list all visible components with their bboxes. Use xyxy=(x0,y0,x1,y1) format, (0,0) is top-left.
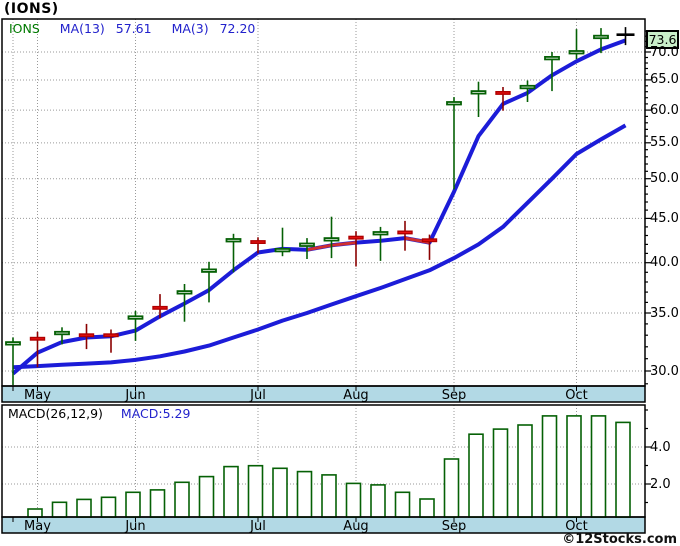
price-y-label-65.0: 65.0 xyxy=(650,72,679,88)
month-label-macd-Aug: Aug xyxy=(343,519,369,534)
page-title: (IONS) xyxy=(4,1,59,17)
month-label-macd-Jun: Jun xyxy=(125,519,146,534)
price-y-label-55.0: 55.0 xyxy=(650,135,679,151)
chart-canvas xyxy=(1,18,651,534)
month-label-macd-Sep: Sep xyxy=(441,519,467,534)
stock-chart-page: (IONS) IONS MA(13) 57.61 MA(3) 72.20 73.… xyxy=(0,0,680,546)
month-label-price-Oct: Oct xyxy=(565,388,588,403)
price-y-label-45.0: 45.0 xyxy=(650,210,679,226)
price-y-label-50.0: 50.0 xyxy=(650,171,679,187)
macd-y-label-2.0: 2.0 xyxy=(650,476,671,492)
legend-ma3-label: MA(3) xyxy=(171,21,209,36)
legend-symbol: IONS xyxy=(9,21,40,36)
legend-ma13-value: 57.61 xyxy=(115,21,152,36)
legend-ma3-value: 72.20 xyxy=(219,21,256,36)
month-label-price-May: May xyxy=(24,388,51,403)
macd-header: MACD(26,12,9) MACD:5.29 xyxy=(8,406,190,421)
copyright-text: ©12Stocks.com xyxy=(562,532,677,546)
price-y-label-30.0: 30.0 xyxy=(650,363,679,379)
macd-header-label: MACD(26,12,9) xyxy=(8,406,103,421)
price-legend: IONS MA(13) 57.61 MA(3) 72.20 xyxy=(9,21,271,36)
legend-ma13-label: MA(13) xyxy=(59,21,105,36)
macd-y-label-4.0: 4.0 xyxy=(650,439,671,455)
month-label-price-Aug: Aug xyxy=(343,388,369,403)
month-label-price-Sep: Sep xyxy=(441,388,467,403)
month-label-macd-May: May xyxy=(24,519,51,534)
price-y-label-40.0: 40.0 xyxy=(650,255,679,271)
price-y-label-60.0: 60.0 xyxy=(650,102,679,118)
price-y-label-35.0: 35.0 xyxy=(650,305,679,321)
month-label-price-Jun: Jun xyxy=(125,388,146,403)
month-label-macd-Jul: Jul xyxy=(250,519,266,534)
price-y-label-70.0: 70.0 xyxy=(650,44,679,60)
month-label-price-Jul: Jul xyxy=(250,388,266,403)
macd-header-value: MACD:5.29 xyxy=(120,406,191,421)
